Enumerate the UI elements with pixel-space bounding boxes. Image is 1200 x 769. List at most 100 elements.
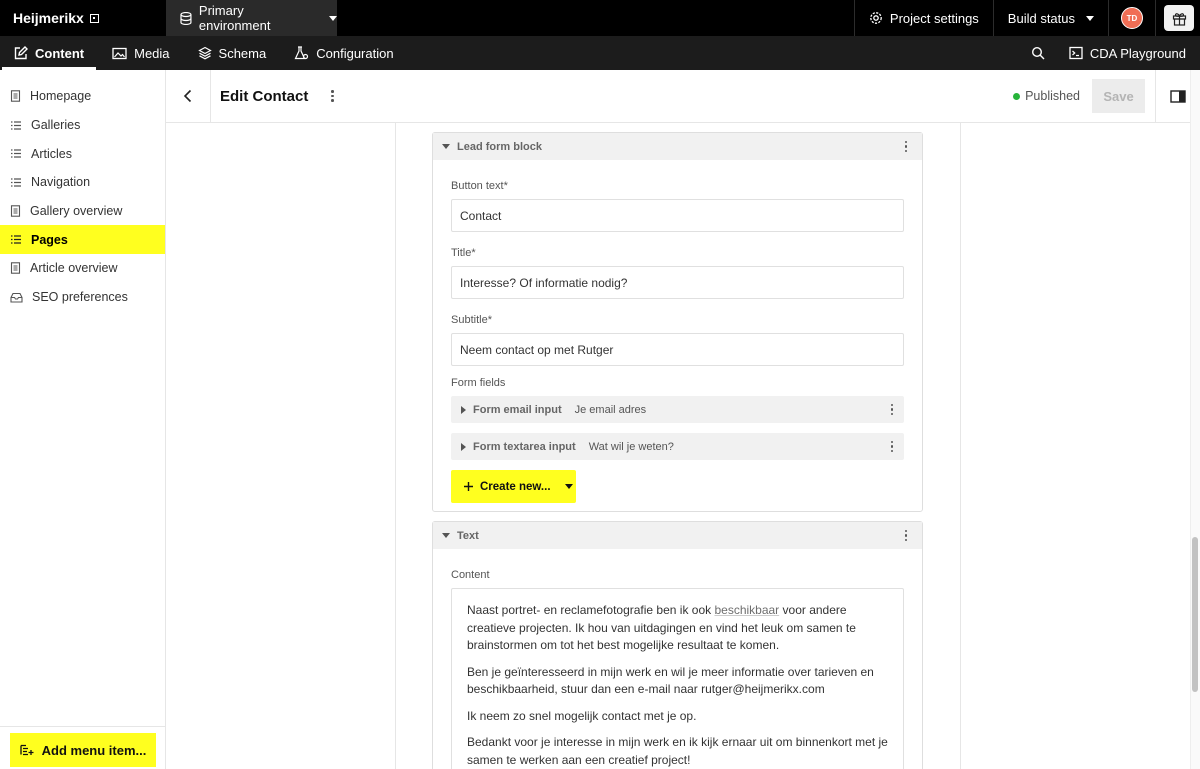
lead-form-block-header[interactable]: Lead form block [433, 133, 922, 160]
status-label: Published [1025, 89, 1080, 103]
tab-schema-label: Schema [218, 45, 267, 61]
subtitle-label: Subtitle* [451, 314, 492, 326]
external-site-icon[interactable] [89, 13, 99, 23]
sidebar-item-gallery-overview[interactable]: Gallery overview [0, 197, 165, 226]
image-icon [112, 47, 127, 59]
sidebar-item-label: SEO preferences [32, 290, 128, 305]
page-title: Edit Contact [220, 87, 309, 105]
tab-media[interactable]: Media [98, 36, 183, 70]
user-menu[interactable]: TD [1108, 0, 1155, 36]
editor-main: Lead form block Button text* Contact Tit… [166, 123, 1200, 769]
environment-label: Primary environment [198, 3, 271, 33]
project-settings-button[interactable]: Project settings [853, 0, 993, 36]
caret-right-icon[interactable] [461, 442, 466, 451]
sidebar-item-label: Pages [31, 232, 68, 247]
sidebar-item-label: Galleries [31, 118, 81, 133]
sidebar-item-label: Articles [31, 146, 72, 161]
settings-tray-icon [10, 292, 23, 303]
button-text-label: Button text* [451, 180, 508, 192]
pencil-icon [14, 46, 28, 60]
build-status-button[interactable]: Build status [992, 0, 1108, 36]
search-button[interactable] [1021, 36, 1055, 70]
sidebar-item-articles[interactable]: Articles [0, 139, 165, 168]
sidebar-item-pages[interactable]: Pages [0, 225, 165, 255]
block-title: Text [457, 529, 479, 542]
sidebar-item-galleries[interactable]: Galleries [0, 111, 165, 140]
form-field-value: Je email adres [574, 403, 647, 416]
chevron-down-icon [329, 15, 337, 21]
sidebar-item-homepage[interactable]: Homepage [0, 82, 165, 111]
cda-playground-label: CDA Playground [1089, 45, 1186, 61]
sidebar-item-article-overview[interactable]: Article overview [0, 254, 165, 283]
whats-new [1155, 0, 1200, 36]
form-field-type: Form textarea input [473, 440, 576, 453]
brand-name: Heijmerikx [13, 10, 84, 26]
sidebar-item-seo-preferences[interactable]: SEO preferences [0, 283, 165, 312]
more-options-icon[interactable] [896, 137, 916, 157]
list-icon [11, 178, 21, 187]
subtitle-field[interactable]: Neem contact op met Rutger [451, 333, 904, 366]
create-new-button[interactable]: Create new... [451, 470, 576, 503]
more-options-icon[interactable] [322, 86, 342, 106]
content-paragraph: Ben je geïnteresseerd in mijn werk en wi… [467, 664, 874, 697]
brand-logo[interactable]: Heijmerikx [0, 0, 166, 36]
button-text-field[interactable]: Contact [451, 199, 904, 232]
avatar[interactable]: TD [1121, 7, 1143, 29]
cda-playground-button[interactable]: CDA Playground [1055, 36, 1200, 70]
form-field-item[interactable]: Form email input Je email adres [451, 396, 904, 423]
gift-icon [1172, 12, 1186, 26]
lead-form-block: Lead form block Button text* Contact Tit… [432, 132, 923, 512]
page-scrollbar[interactable] [1190, 70, 1200, 769]
document-icon [10, 262, 21, 275]
add-menu-item-button[interactable]: Add menu item... [10, 733, 156, 767]
block-title: Lead form block [457, 140, 542, 153]
form-column-border-left [395, 123, 396, 769]
save-button[interactable]: Save [1092, 79, 1145, 113]
form-field-item[interactable]: Form textarea input Wat wil je weten? [451, 433, 904, 460]
more-options-icon[interactable] [882, 400, 902, 420]
back-button[interactable] [166, 69, 211, 123]
list-icon [11, 149, 21, 158]
build-status-label: Build status [1007, 10, 1075, 26]
environment-switcher[interactable]: Primary environment [166, 0, 337, 36]
content-link[interactable]: beschikbaar [714, 603, 779, 617]
sidebar-panel-icon [1170, 89, 1186, 103]
document-icon [10, 205, 21, 217]
caret-down-icon[interactable] [442, 533, 450, 538]
content-paragraph: Ik neem zo snel mogelijk contact met je … [467, 708, 697, 723]
sidebar-divider [0, 726, 166, 727]
caret-down-icon[interactable] [442, 144, 450, 149]
gift-button[interactable] [1164, 5, 1194, 31]
project-settings-label: Project settings [889, 10, 979, 26]
add-list-icon [19, 744, 34, 756]
content-sidebar: Homepage Galleries Articles Navigation G… [0, 70, 166, 769]
document-icon [10, 90, 21, 103]
more-options-icon[interactable] [896, 526, 916, 546]
form-column-border-right [960, 123, 961, 769]
list-icon [11, 235, 21, 244]
plus-icon [464, 482, 473, 491]
caret-right-icon[interactable] [461, 405, 466, 414]
chevron-down-icon [564, 484, 573, 489]
scrollbar-thumb[interactable] [1192, 537, 1198, 692]
gear-icon [870, 12, 882, 24]
content-editor[interactable]: Naast portret- en reclamefotografie ben … [451, 588, 904, 769]
terminal-icon [1069, 46, 1083, 60]
tab-content[interactable]: Content [0, 36, 98, 70]
sidebar-item-label: Article overview [30, 261, 118, 276]
tab-schema[interactable]: Schema [184, 36, 281, 70]
tab-media-label: Media [134, 45, 170, 61]
content-paragraph: Bedankt voor je interesse in mijn werk e… [467, 735, 888, 767]
add-menu-item-label: Add menu item... [41, 742, 147, 758]
sidebar-item-navigation[interactable]: Navigation [0, 168, 165, 197]
text-block-header[interactable]: Text [433, 522, 922, 549]
tab-configuration[interactable]: Configuration [280, 36, 407, 70]
content-label: Content [451, 569, 490, 581]
search-icon [1031, 46, 1045, 60]
chevron-left-icon [183, 89, 192, 103]
form-field-value: Wat wil je weten? [588, 440, 674, 453]
more-options-icon[interactable] [882, 437, 902, 457]
layers-icon [197, 46, 212, 60]
create-new-label: Create new... [480, 480, 551, 493]
title-field[interactable]: Interesse? Of informatie nodig? [451, 266, 904, 299]
